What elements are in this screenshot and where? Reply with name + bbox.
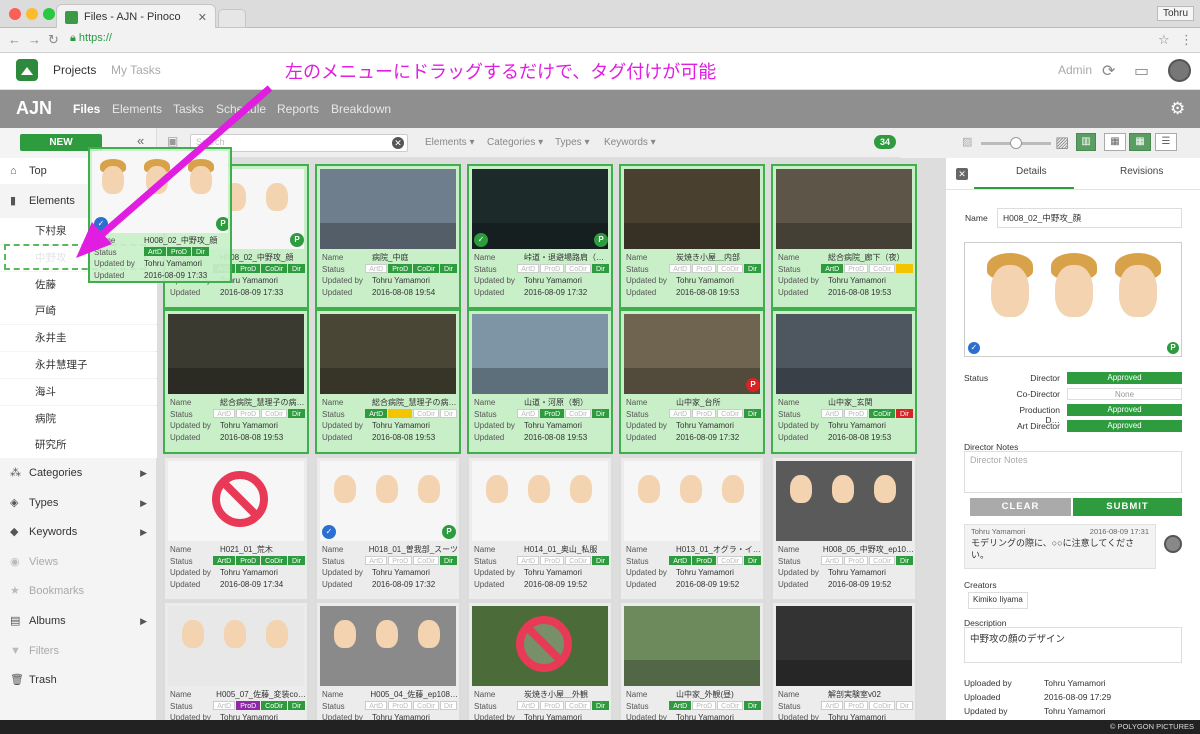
- annotation-arrow: [76, 85, 273, 258]
- annotation-banner: 左のメニューにドラッグするだけで、タグ付けが可能: [285, 62, 717, 82]
- annotation-arrow-shaft: [97, 85, 273, 239]
- footer-credit: © POLYGON PICTURES: [0, 720, 1200, 734]
